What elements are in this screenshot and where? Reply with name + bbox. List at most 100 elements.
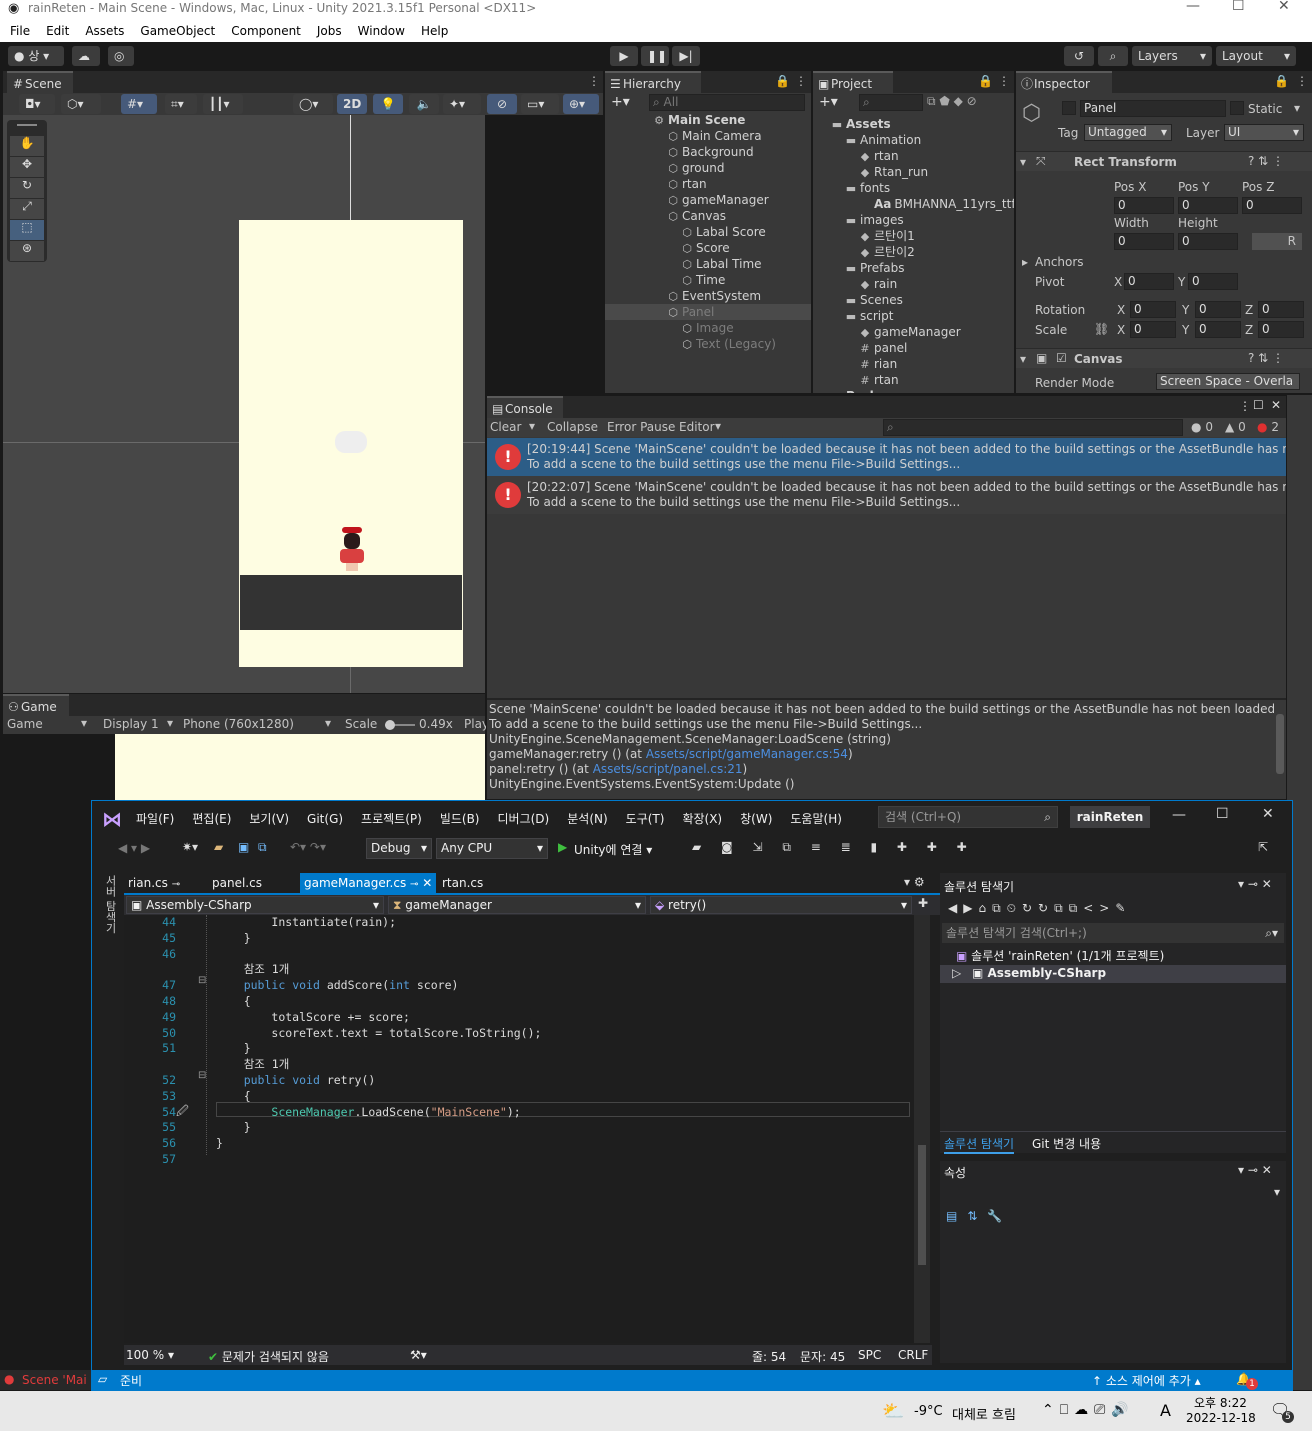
menu-help[interactable]: Help <box>411 20 454 39</box>
quick-action-icon[interactable]: 🖉 <box>176 1102 189 1123</box>
back-icon[interactable]: ◀ ▾ ▶ <box>118 841 150 855</box>
tab-git-changes[interactable]: Git 변경 내용 <box>1032 1135 1101 1152</box>
lock-icon[interactable]: 🔒 <box>978 74 993 88</box>
width-field[interactable]: 0 <box>1114 233 1174 250</box>
solution-node[interactable]: ▣ 솔루션 'rainReten' (1/1개 프로젝트) <box>956 947 1164 964</box>
display-dropdown[interactable]: Display 1 <box>103 717 159 731</box>
search-icon[interactable]: ⌕ <box>1098 46 1128 66</box>
layer-dropdown[interactable]: UI ▾ <box>1224 124 1304 141</box>
tree-item[interactable]: ▬ Animation <box>813 132 1014 148</box>
tree-item[interactable]: ⬡ Text (Legacy) <box>605 336 811 352</box>
minimize-button[interactable]: — <box>1172 807 1186 823</box>
stack-link[interactable]: Assets/script/gameManager.cs:54 <box>646 747 848 761</box>
maximize-button[interactable]: ☐ <box>1232 0 1245 14</box>
tab-console[interactable]: ▤ Console <box>487 396 563 418</box>
vs-search-input[interactable]: 검색 (Ctrl+Q) ⌕ <box>878 806 1058 828</box>
vs-menu-item[interactable]: 확장(X) <box>682 810 722 827</box>
layout-dropdown[interactable]: Layout ▾ <box>1216 46 1296 66</box>
game-view-dropdown[interactable]: Game <box>7 717 43 731</box>
tree-item[interactable]: ◆ gameManager <box>813 324 1014 340</box>
scrollbar[interactable] <box>1276 714 1284 774</box>
close-button[interactable]: ✕ <box>1278 0 1290 14</box>
issues-indicator[interactable]: ✔ 문제가 검색되지 않음 <box>208 1348 329 1365</box>
tree-item[interactable]: ⬡ EventSystem <box>605 288 811 304</box>
scene-viewport[interactable]: ✋ ✥ ↻ ⤢ ⬚ ⊛ <box>3 115 485 693</box>
pivot-x-field[interactable]: 0 <box>1124 273 1174 290</box>
tree-item[interactable]: ⬡ Panel <box>605 304 811 320</box>
height-field[interactable]: 0 <box>1178 233 1238 250</box>
tree-item[interactable]: ◆ 르탄이1 <box>813 228 1014 244</box>
tree-item[interactable]: ▬ fonts <box>813 180 1014 196</box>
weather-text[interactable]: 대체로 흐림 <box>952 1404 1016 1423</box>
project-node[interactable]: ▷ ▣ Assembly-CSharp <box>940 965 1286 983</box>
constrain-link-icon[interactable]: ⛓ <box>1094 322 1109 336</box>
tree-item[interactable]: # panel <box>813 340 1014 356</box>
config-dropdown[interactable]: Debug ▾ <box>366 838 432 859</box>
server-explorer-tab[interactable]: 서버 탐색기 <box>102 875 117 934</box>
panel-options-icon[interactable]: ▾ ⊸ ✕ <box>1238 877 1272 891</box>
pivot-y-field[interactable]: 0 <box>1188 273 1238 290</box>
audio-icon[interactable]: 🔈 <box>409 94 439 114</box>
grid-snap-icon[interactable]: #▾ <box>121 94 157 114</box>
panel-options-icon[interactable]: ▾ ⊸ ✕ <box>1238 1163 1272 1177</box>
hand-tool-icon[interactable]: ✋ <box>10 136 44 156</box>
help-icon[interactable]: ? ⇅ ⋮ <box>1248 154 1284 168</box>
static-checkbox[interactable] <box>1230 101 1244 115</box>
vs-menu-item[interactable]: 파일(F) <box>136 810 174 827</box>
resolution-dropdown[interactable]: Phone (760x1280) <box>183 717 294 731</box>
clock-time[interactable]: 오후 8:22 <box>1194 1394 1247 1411</box>
vs-menu-item[interactable]: 빌드(B) <box>440 810 480 827</box>
canvas-enabled-checkbox[interactable]: ☑ <box>1056 351 1067 365</box>
tree-item[interactable]: ▬ Assets <box>813 116 1014 132</box>
maximize-button[interactable]: ☐ <box>1216 806 1229 822</box>
canvas-component-header[interactable]: ▾ ▣ ☑ Canvas ? ⇅ ⋮ <box>1016 348 1312 368</box>
scale-tool-icon[interactable]: ⤢ <box>10 199 44 219</box>
console-splitter[interactable] <box>487 698 1286 700</box>
tree-item[interactable]: ⬡ Main Camera <box>605 128 811 144</box>
project-nav-dropdown[interactable]: ▣ Assembly-CSharp ▾ <box>126 896 384 914</box>
tree-item[interactable]: ⬡ ground <box>605 160 811 176</box>
tab-inspector[interactable]: ⓘ Inspector <box>1016 71 1112 93</box>
rotation-x-field[interactable]: 0 <box>1130 301 1176 318</box>
menu-edit[interactable]: Edit <box>36 20 75 39</box>
console-entry[interactable]: ! [20:19:44] Scene 'MainScene' couldn't … <box>487 438 1286 476</box>
active-checkbox[interactable] <box>1062 101 1076 115</box>
tree-item[interactable]: ▬ images <box>813 212 1014 228</box>
tab-panel-cs[interactable]: panel.cs <box>212 876 262 890</box>
more-icon[interactable]: ⋮ <box>1296 74 1308 88</box>
code-editor[interactable]: 44 45 46 47 48 49 50 51 52 53 54 55 56 57 🖉 Instantia… <box>124 915 914 1343</box>
vs-menu-item[interactable]: 프로젝트(P) <box>361 810 422 827</box>
tab-overflow-icon[interactable]: ▾ ⚙ <box>904 875 925 889</box>
increment-icon[interactable]: ┃┃▾ <box>203 94 243 114</box>
tab-scene[interactable]: # Scene <box>7 71 73 93</box>
menu-gameobject[interactable]: GameObject <box>130 20 221 39</box>
pause-button[interactable]: ❚❚ <box>641 46 669 66</box>
lock-icon[interactable]: 🔒 <box>1274 74 1289 88</box>
add-icon[interactable]: +▾ <box>611 94 630 110</box>
tab-rian-cs[interactable]: rian.cs ⊸ <box>128 876 180 890</box>
tab-hierarchy[interactable]: ☰ Hierarchy <box>605 71 701 93</box>
render-dropdown[interactable]: ⬡▾ <box>61 94 101 114</box>
tree-item[interactable]: ⬡ Labal Score <box>605 224 811 240</box>
lock-icon[interactable]: 🔒 <box>775 74 790 88</box>
account-dropdown[interactable]: ● 상 ▾ <box>8 46 64 66</box>
more-icon[interactable]: ⋮ <box>588 74 600 88</box>
tab-project[interactable]: ▣ Project <box>813 71 893 93</box>
ime-indicator[interactable]: A <box>1160 1401 1171 1420</box>
split-icon[interactable]: ✚ <box>918 896 928 910</box>
help-icon[interactable]: ? ⇅ ⋮ <box>1248 351 1284 365</box>
run-icon[interactable]: ▶ <box>558 840 567 854</box>
rotation-z-field[interactable]: 0 <box>1258 301 1304 318</box>
tab-solution-explorer[interactable]: 솔루션 탐색기 <box>944 1135 1015 1154</box>
scale-z-field[interactable]: 0 <box>1258 321 1304 338</box>
vs-menu-item[interactable]: 도움말(H) <box>790 810 842 827</box>
tree-item[interactable]: ⬡ Labal Time <box>605 256 811 272</box>
visibility-icon[interactable]: ⊘ <box>487 94 517 114</box>
toolbar-icons[interactable]: ▰ ◙ ⇲ ⧉ ≡ ≣ ▮ ✚ ✚ ✚ <box>692 840 975 855</box>
rect-transform-header[interactable]: ▾ ⤧ Rect Transform ? ⇅ ⋮ <box>1016 151 1312 171</box>
collapse-button[interactable]: Collapse <box>547 420 598 434</box>
tray-icons[interactable]: ⌃⎕☁⎚🔊 <box>1042 1402 1135 1418</box>
minimize-button[interactable]: — <box>1186 0 1200 14</box>
more-icon[interactable]: ⋮ <box>1239 399 1251 413</box>
cloud-icon[interactable]: ☁ <box>72 46 100 66</box>
